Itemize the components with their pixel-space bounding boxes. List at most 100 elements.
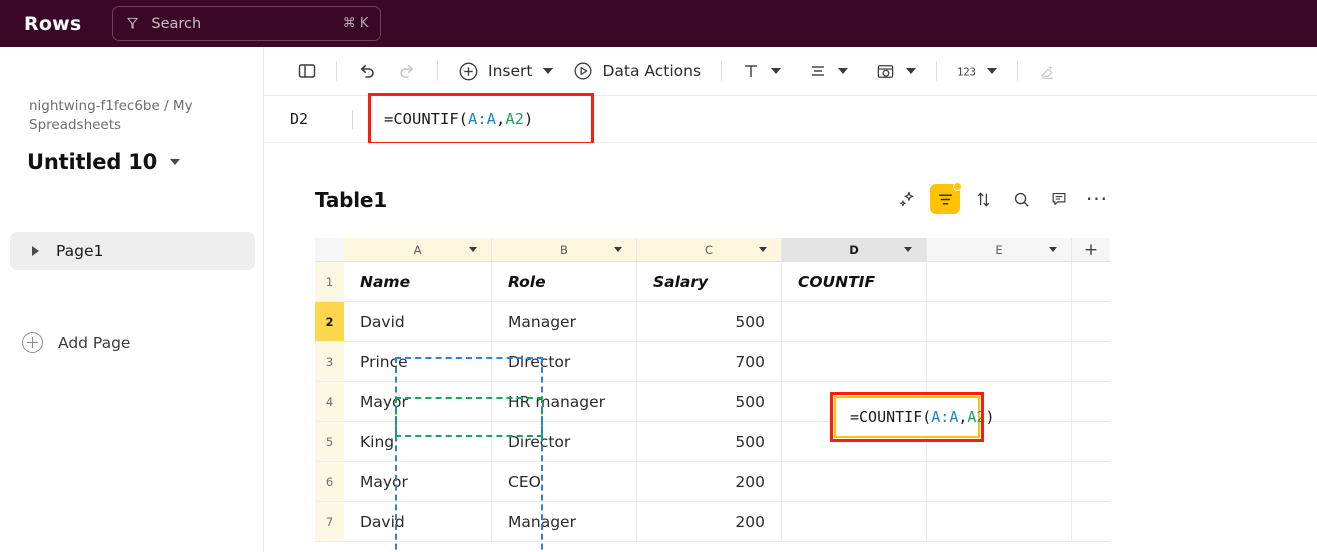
- cell-a1[interactable]: Name: [344, 262, 492, 302]
- redo-button[interactable]: [397, 47, 417, 96]
- add-column-button[interactable]: +: [1072, 238, 1110, 262]
- cell-reference[interactable]: D2: [290, 110, 352, 128]
- comment-button[interactable]: [1044, 184, 1074, 214]
- cell-c3[interactable]: 700: [637, 342, 782, 382]
- sidebar-item-page1[interactable]: Page1: [10, 232, 255, 270]
- cell-e3[interactable]: [927, 342, 1072, 382]
- undo-icon: [361, 65, 374, 78]
- cell-b2[interactable]: Manager: [492, 302, 637, 342]
- breadcrumb[interactable]: nightwing-f1fec6be / My Spreadsheets: [29, 97, 234, 135]
- text-format-button[interactable]: [742, 47, 782, 96]
- column-header-a[interactable]: A: [344, 238, 492, 262]
- cell-b3[interactable]: Director: [492, 342, 637, 382]
- toolbar-divider-5: [1017, 61, 1019, 81]
- ai-assist-button[interactable]: [892, 184, 922, 214]
- cell-row6-tail: [1072, 462, 1110, 502]
- table-search-button[interactable]: [1006, 184, 1036, 214]
- row-number[interactable]: 4: [315, 382, 344, 422]
- row-number[interactable]: 5: [315, 422, 344, 462]
- table-row: 2 David Manager 500: [315, 302, 1110, 342]
- cell-b5[interactable]: Director: [492, 422, 637, 462]
- cell-d7[interactable]: [782, 502, 927, 542]
- cell-row2-tail: [1072, 302, 1110, 342]
- cell-a7[interactable]: David: [344, 502, 492, 542]
- align-button[interactable]: [809, 47, 849, 96]
- column-header-e[interactable]: E: [927, 238, 1072, 262]
- cell-c6[interactable]: 200: [637, 462, 782, 502]
- cell-editor-d2[interactable]: =COUNTIF(A:A, A2): [834, 396, 995, 438]
- row-number[interactable]: 2: [315, 302, 344, 342]
- add-column-label: +: [1083, 239, 1099, 260]
- row-number[interactable]: 7: [315, 502, 344, 542]
- clear-format-button[interactable]: [1038, 47, 1057, 96]
- toggle-sidebar-button[interactable]: [298, 47, 316, 96]
- editor-prefix: =COUNTIF(: [850, 408, 932, 426]
- chevron-down-icon[interactable]: [469, 247, 477, 252]
- editor-suffix: ): [985, 408, 995, 426]
- search-shortcut: ⌘ K: [342, 16, 369, 31]
- chevron-down-icon[interactable]: [1049, 247, 1057, 252]
- cell-b6[interactable]: CEO: [492, 462, 637, 502]
- cell-a6[interactable]: Mayor: [344, 462, 492, 502]
- chevron-down-icon[interactable]: [614, 247, 622, 252]
- document-title-row[interactable]: Untitled 10: [27, 150, 181, 174]
- search-input[interactable]: Search ⌘ K: [112, 6, 382, 41]
- chevron-down-icon[interactable]: [771, 68, 782, 74]
- sort-button[interactable]: [968, 184, 998, 214]
- cell-d1[interactable]: COUNTIF: [782, 262, 927, 302]
- cell-a2[interactable]: David: [344, 302, 492, 342]
- row-number[interactable]: 1: [315, 262, 344, 302]
- undo-button[interactable]: [357, 47, 377, 96]
- table-title[interactable]: Table1: [315, 188, 387, 212]
- chevron-down-icon[interactable]: [759, 247, 767, 252]
- cell-e7[interactable]: [927, 502, 1072, 542]
- cell-a3[interactable]: Prince: [344, 342, 492, 382]
- cell-b4[interactable]: HR manager: [492, 382, 637, 422]
- cell-e2[interactable]: [927, 302, 1072, 342]
- app-logo[interactable]: Rows: [24, 13, 81, 35]
- cell-b7[interactable]: Manager: [492, 502, 637, 542]
- formula-range-2: A2: [505, 110, 525, 128]
- sort-icon: [977, 192, 989, 206]
- app-root: Rows Search ⌘ K nightwing-f1fec6be / My …: [0, 0, 1317, 552]
- cell-a5[interactable]: King: [344, 422, 492, 462]
- formula-input[interactable]: =COUNTIF(A:A,A2): [384, 110, 533, 128]
- cell-c1[interactable]: Salary: [637, 262, 782, 302]
- column-header-b[interactable]: B: [492, 238, 637, 262]
- data-actions-button[interactable]: Data Actions: [573, 47, 701, 96]
- number-format-button[interactable]: 123: [957, 47, 998, 96]
- chevron-down-icon[interactable]: [170, 159, 181, 165]
- cell-d2[interactable]: [782, 302, 927, 342]
- filter-button[interactable]: [930, 182, 962, 214]
- chevron-down-icon[interactable]: [906, 68, 917, 74]
- cell-c2[interactable]: 500: [637, 302, 782, 342]
- cell-b1[interactable]: Role: [492, 262, 637, 302]
- row-number[interactable]: 3: [315, 342, 344, 382]
- chevron-down-icon[interactable]: [543, 68, 554, 74]
- cell-c7[interactable]: 200: [637, 502, 782, 542]
- table-row: 7 David Manager 200: [315, 502, 1110, 542]
- insert-button[interactable]: Insert: [458, 47, 554, 96]
- fill-color-button[interactable]: [876, 47, 917, 96]
- editor-range-2: A2: [967, 408, 986, 426]
- row-number[interactable]: 6: [315, 462, 344, 502]
- chevron-down-icon[interactable]: [838, 68, 849, 74]
- plus-circle-icon: [459, 62, 478, 80]
- column-header-c[interactable]: C: [637, 238, 782, 262]
- cell-a4[interactable]: Mayor: [344, 382, 492, 422]
- cell-e6[interactable]: [927, 462, 1072, 502]
- cell-row3-tail: [1072, 342, 1110, 382]
- more-options-button[interactable]: ···: [1082, 184, 1112, 214]
- chevron-right-icon[interactable]: [32, 246, 39, 256]
- cell-e1[interactable]: [927, 262, 1072, 302]
- add-page-button[interactable]: Add Page: [22, 332, 130, 353]
- chevron-down-icon[interactable]: [987, 68, 998, 74]
- cell-d3[interactable]: [782, 342, 927, 382]
- table-row: 6 Mayor CEO 200: [315, 462, 1110, 502]
- column-header-d[interactable]: D: [782, 238, 927, 262]
- cell-c5[interactable]: 500: [637, 422, 782, 462]
- chevron-down-icon[interactable]: [904, 247, 912, 252]
- cell-c4[interactable]: 500: [637, 382, 782, 422]
- cell-d6[interactable]: [782, 462, 927, 502]
- search-placeholder: Search: [151, 15, 202, 32]
